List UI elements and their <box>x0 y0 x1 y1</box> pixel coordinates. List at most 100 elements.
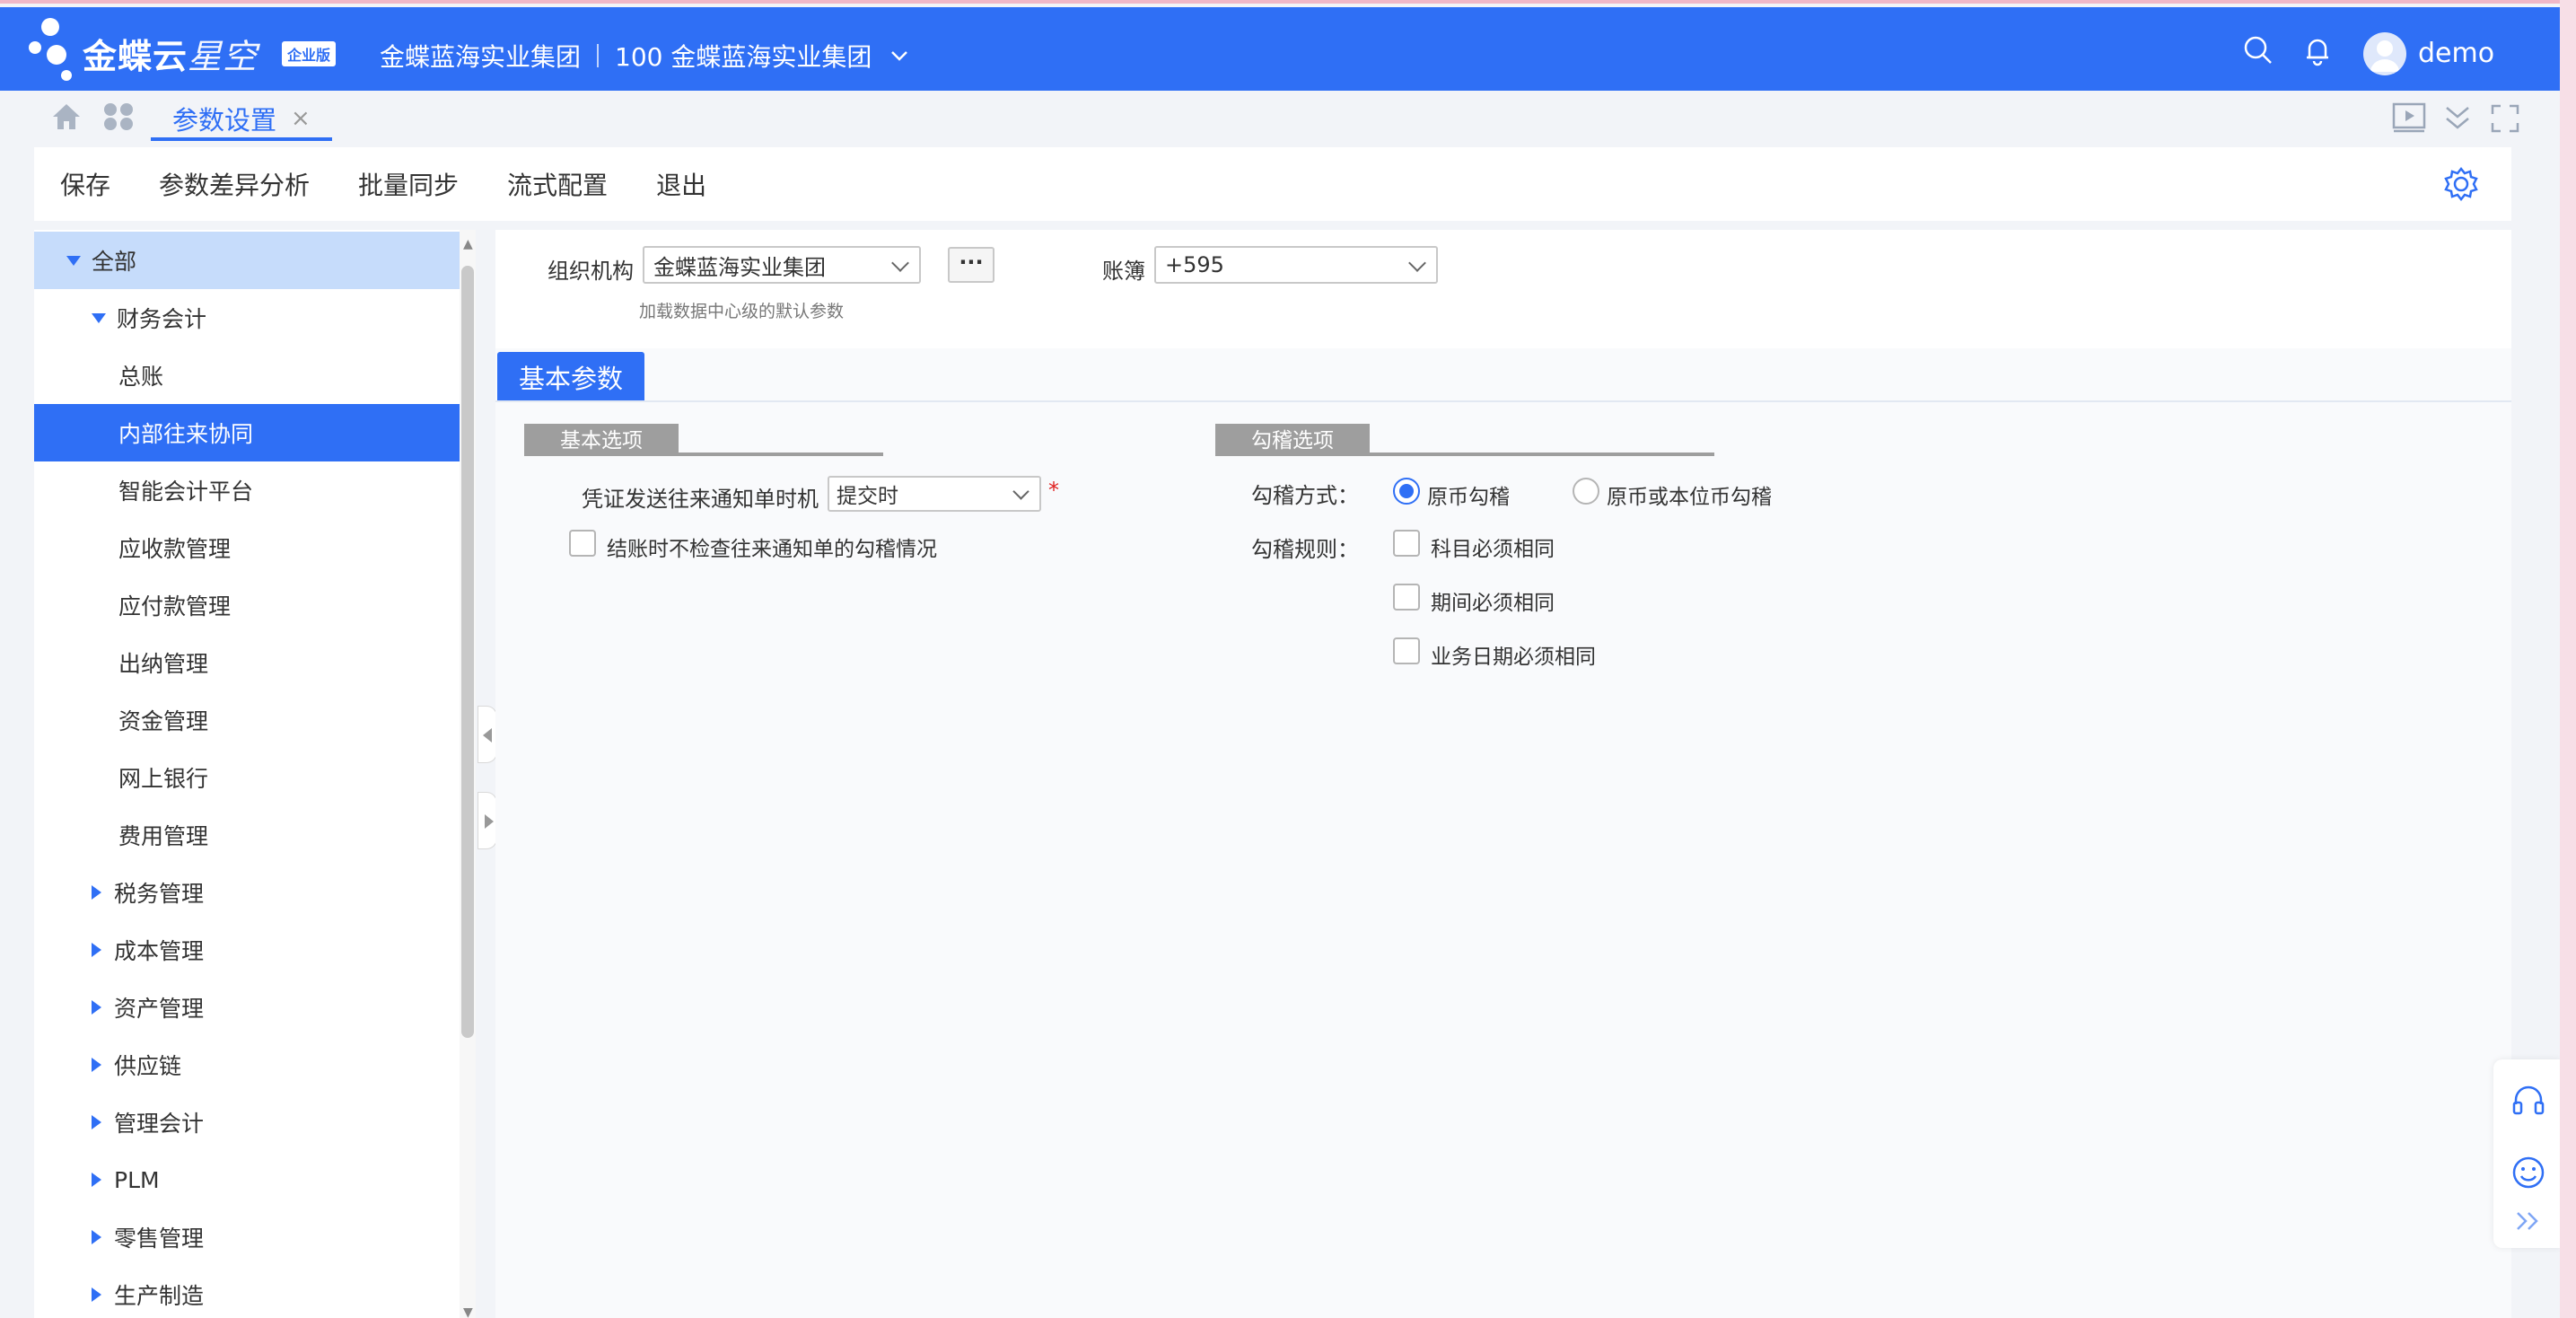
batch-sync-button[interactable]: 批量同步 <box>358 166 459 202</box>
tree-item-internal-collaboration[interactable]: 内部往来协同 <box>34 404 460 461</box>
tree-item-label: 零售管理 <box>114 1226 205 1252</box>
group-match-options: 勾稽选项 <box>1215 424 1714 456</box>
tree-item-payables[interactable]: 应付款管理 <box>34 576 460 634</box>
no-check-label: 结账时不检查往来通知单的勾稽情况 <box>607 538 937 561</box>
tab-parameter-settings[interactable]: 参数设置 × <box>151 100 332 141</box>
tree-item-manufacturing[interactable]: 生产制造 <box>34 1266 460 1318</box>
caret-right-icon[interactable] <box>92 943 101 957</box>
caret-left-icon[interactable] <box>483 728 492 742</box>
tab-basic-params[interactable]: 基本参数 <box>497 352 644 402</box>
home-icon[interactable] <box>50 101 83 132</box>
chevron-down-icon <box>1408 254 1426 272</box>
double-chevron-down-icon[interactable] <box>2441 103 2474 134</box>
apps-icon[interactable] <box>102 101 135 132</box>
video-icon[interactable] <box>2391 101 2427 134</box>
caret-right-icon[interactable] <box>92 1287 101 1302</box>
org-separator <box>597 44 600 67</box>
bell-icon[interactable] <box>2301 34 2334 66</box>
scroll-down-icon[interactable]: ▼ <box>463 1305 473 1318</box>
radio-original-or-base-currency[interactable] <box>1573 478 1599 505</box>
group-label: 基本选项 <box>524 424 679 453</box>
double-chevron-right-icon[interactable] <box>2514 1208 2543 1234</box>
checkbox-same-business-date[interactable] <box>1393 637 1420 664</box>
caret-right-icon[interactable] <box>92 1000 101 1015</box>
caret-right-icon[interactable] <box>92 1058 101 1072</box>
main-content: 组织机构 金蝶蓝海实业集团 ··· 加载数据中心级的默认参数 账簿 +595 基… <box>495 230 2511 1318</box>
tree-item-tax[interactable]: 税务管理 <box>34 864 460 921</box>
scrollbar-thumb[interactable] <box>461 266 474 1038</box>
tree-item-plm[interactable]: PLM <box>34 1151 460 1208</box>
tree-item-assets[interactable]: 资产管理 <box>34 979 460 1036</box>
tree-item-receivables[interactable]: 应收款管理 <box>34 519 460 576</box>
tree-item-label: 财务会计 <box>117 306 207 332</box>
gear-icon[interactable] <box>2443 166 2479 202</box>
smiley-icon[interactable] <box>2510 1155 2546 1191</box>
tree-item-label: 网上银行 <box>118 766 209 792</box>
org-select[interactable]: 金蝶蓝海实业集团 <box>643 246 921 284</box>
tree-item-label: 税务管理 <box>114 881 205 907</box>
tree-item-online-bank[interactable]: 网上银行 <box>34 749 460 806</box>
tree-item-supply-chain[interactable]: 供应链 <box>34 1036 460 1094</box>
filter-bar: 组织机构 金蝶蓝海实业集团 ··· 加载数据中心级的默认参数 账簿 +595 <box>495 230 2511 348</box>
toolbar: 保存 参数差异分析 批量同步 流式配置 退出 <box>34 147 2511 221</box>
save-button[interactable]: 保存 <box>60 166 110 202</box>
close-icon[interactable]: × <box>291 105 311 132</box>
scroll-up-icon[interactable]: ▲ <box>463 237 473 251</box>
chevron-down-icon[interactable] <box>888 44 911 67</box>
caret-down-icon[interactable] <box>92 312 106 323</box>
tree-item-general-ledger[interactable]: 总账 <box>34 347 460 404</box>
tree-item-all[interactable]: 全部 <box>34 232 460 289</box>
no-check-checkbox[interactable] <box>569 530 596 557</box>
tree-item-label: 资产管理 <box>114 996 205 1022</box>
checkbox-same-account[interactable] <box>1393 530 1420 557</box>
tree-item-retail[interactable]: 零售管理 <box>34 1208 460 1266</box>
tree-item-management-accounting[interactable]: 管理会计 <box>34 1094 460 1151</box>
caret-right-icon[interactable] <box>92 1173 101 1187</box>
caret-down-icon[interactable] <box>66 255 81 266</box>
edition-badge: 企业版 <box>282 41 337 66</box>
same-business-date-label: 业务日期必须相同 <box>1431 646 1596 669</box>
tree-item-label: 智能会计平台 <box>118 479 254 505</box>
sidebar-scrollbar[interactable]: ▲ ▼ <box>460 230 476 1318</box>
tree-item-expenses[interactable]: 费用管理 <box>34 806 460 864</box>
tree-item-funds[interactable]: 资金管理 <box>34 691 460 749</box>
tree-item-cost[interactable]: 成本管理 <box>34 921 460 979</box>
app-window: 金蝶云星空 企业版 金蝶蓝海实业集团 100 金蝶蓝海实业集团 demo 参数设… <box>0 0 2560 1318</box>
flow-config-button[interactable]: 流式配置 <box>507 166 608 202</box>
tree-item-cashier[interactable]: 出纳管理 <box>34 634 460 691</box>
expand-right-handle[interactable] <box>478 792 497 849</box>
more-button[interactable]: ··· <box>948 247 994 283</box>
user-name[interactable]: demo <box>2418 38 2494 69</box>
tree-item-smart-accounting[interactable]: 智能会计平台 <box>34 461 460 519</box>
caret-right-icon[interactable] <box>92 1115 101 1129</box>
tree-item-label: 全部 <box>92 249 137 275</box>
top-bar: 金蝶云星空 企业版 金蝶蓝海实业集团 100 金蝶蓝海实业集团 demo <box>0 7 2560 91</box>
tab-bar: 参数设置 × <box>0 91 2560 145</box>
module-tree: 全部 财务会计 总账 内部往来协同 智能会计平台 应收款管理 应付款管理 出纳管… <box>34 230 460 1318</box>
avatar[interactable] <box>2363 32 2406 75</box>
tree-item-financial-accounting[interactable]: 财务会计 <box>34 289 460 347</box>
checkbox-same-period[interactable] <box>1393 584 1420 611</box>
voucher-timing-label: 凭证发送往来通知单时机 <box>582 487 819 512</box>
tree-item-label: 应收款管理 <box>118 536 232 562</box>
tree-item-label: 出纳管理 <box>118 651 209 677</box>
book-select[interactable]: +595 <box>1154 246 1438 284</box>
org-label: 组织机构 <box>548 259 634 284</box>
match-rule-label: 勾稽规则： <box>1251 537 1359 562</box>
tab-label: 参数设置 <box>172 105 277 136</box>
diff-analysis-button[interactable]: 参数差异分析 <box>159 166 310 202</box>
caret-right-icon[interactable] <box>92 885 101 900</box>
caret-right-icon[interactable] <box>485 814 494 829</box>
org-switcher[interactable]: 金蝶蓝海实业集团 100 金蝶蓝海实业集团 <box>380 38 911 74</box>
voucher-timing-select[interactable]: 提交时 <box>828 476 1041 512</box>
tree-item-label: 供应链 <box>114 1053 182 1079</box>
exit-button[interactable]: 退出 <box>656 166 706 202</box>
search-icon[interactable] <box>2242 34 2274 66</box>
collapse-left-handle[interactable] <box>478 706 497 763</box>
radio-original-currency[interactable] <box>1393 478 1420 505</box>
headset-icon[interactable] <box>2510 1083 2546 1119</box>
group-rule <box>1215 453 1714 456</box>
fullscreen-icon[interactable] <box>2490 103 2520 134</box>
tree-item-label: 生产制造 <box>114 1283 205 1309</box>
caret-right-icon[interactable] <box>92 1230 101 1244</box>
